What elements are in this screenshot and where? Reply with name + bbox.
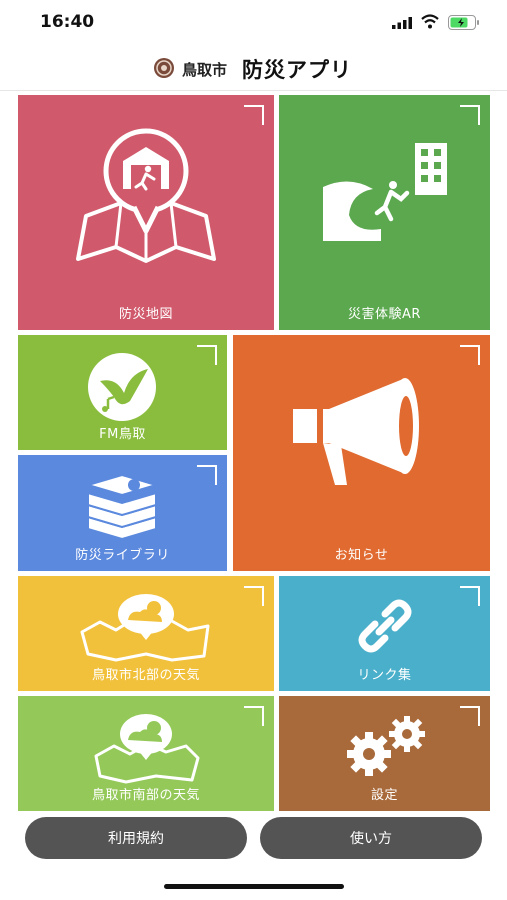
status-bar: 16:40: [0, 0, 507, 46]
tile-settings[interactable]: 設定: [279, 696, 490, 811]
tile-disaster-ar[interactable]: 災害体験AR: [279, 95, 490, 330]
corner-expand-icon: [460, 586, 480, 606]
how-to-use-button[interactable]: 使い方: [260, 817, 482, 859]
link-chain-icon: [358, 599, 412, 653]
fm-bird-icon: [88, 353, 156, 421]
tile-news[interactable]: お知らせ: [233, 335, 490, 571]
tile-weather-south[interactable]: 鳥取市南部の天気: [18, 696, 274, 811]
tile-fm-tottori[interactable]: FM鳥取: [18, 335, 227, 450]
tile-label: リンク集: [357, 668, 412, 683]
terms-button[interactable]: 利用規約: [25, 817, 247, 859]
tile-label: 設定: [370, 788, 398, 803]
corner-expand-icon: [460, 706, 480, 726]
app-title: 防災アプリ: [242, 58, 352, 82]
megaphone-icon: [293, 378, 419, 485]
books-icon: [84, 473, 160, 541]
corner-expand-icon: [460, 105, 480, 125]
tile-disaster-library[interactable]: 防災ライブラリ: [18, 455, 227, 571]
tile-label: 災害体験AR: [348, 307, 421, 322]
status-time: 16:40: [40, 12, 95, 32]
city-name: 鳥取市: [182, 61, 228, 79]
tile-label: 防災ライブラリ: [75, 548, 170, 563]
city-seal-icon: [154, 58, 174, 78]
weather-map-icon: [80, 594, 210, 662]
tile-disaster-map[interactable]: 防災地図: [18, 95, 274, 330]
tile-label: 防災地図: [118, 307, 173, 322]
corner-expand-icon: [197, 465, 217, 485]
tile-weather-north[interactable]: 鳥取市北部の天気: [18, 576, 274, 691]
tile-label: 鳥取市南部の天気: [91, 788, 200, 803]
corner-expand-icon: [244, 706, 264, 726]
corner-expand-icon: [244, 586, 264, 606]
home-indicator[interactable]: [164, 884, 344, 889]
gears-icon: [347, 716, 425, 776]
corner-expand-icon: [244, 105, 264, 125]
map-evacuation-icon: [76, 128, 216, 263]
corner-expand-icon: [460, 345, 480, 365]
tile-label: お知らせ: [334, 548, 389, 563]
app-header: 鳥取市 防災アプリ: [0, 46, 507, 91]
tile-label: FM鳥取: [99, 427, 146, 442]
signal-icon: [392, 17, 412, 29]
corner-expand-icon: [197, 345, 217, 365]
wifi-icon: [421, 14, 439, 29]
battery-icon: [448, 15, 479, 30]
tile-label: 鳥取市北部の天気: [91, 668, 200, 683]
weather-map-icon: [94, 714, 200, 784]
tsunami-evacuation-icon: [323, 143, 447, 241]
tile-links[interactable]: リンク集: [279, 576, 490, 691]
